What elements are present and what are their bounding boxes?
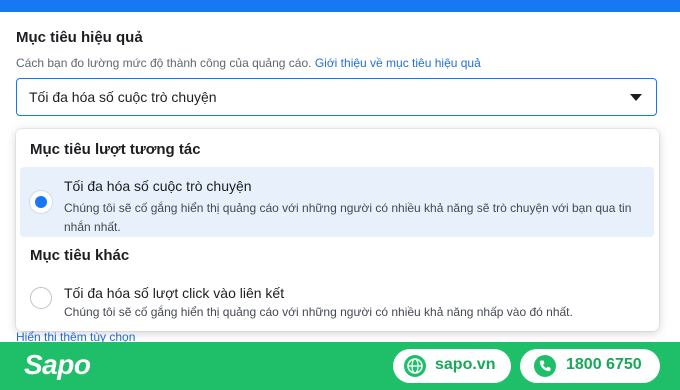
phone-icon <box>534 355 556 377</box>
website-text: sapo.vn <box>435 356 496 373</box>
phone-number-text: 1800 6750 <box>566 356 642 373</box>
top-accent-bar <box>0 0 680 12</box>
phone-pill[interactable]: 1800 6750 <box>520 349 660 383</box>
option-description: Chúng tôi sẽ cố gắng hiển thị quảng cáo … <box>64 305 573 319</box>
section-title: Mục tiêu hiệu quả <box>16 29 143 46</box>
caret-down-icon <box>630 94 642 101</box>
website-pill[interactable]: sapo.vn <box>393 349 511 383</box>
option-description: Chúng tôi sẽ cố gắng hiển thị quảng cáo … <box>64 201 632 234</box>
group-title-engagement: Mục tiêu lượt tương tác <box>30 141 201 158</box>
performance-goal-select[interactable]: Tối đa hóa số cuộc trò chuyện <box>16 78 657 116</box>
radio-checked-icon[interactable] <box>30 191 52 213</box>
select-value: Tối đa hóa số cuộc trò chuyện <box>29 89 217 105</box>
option-maximize-conversations[interactable]: Tối đa hóa số cuộc trò chuyện Chúng tôi … <box>20 167 654 237</box>
radio-unchecked-icon[interactable] <box>30 287 52 309</box>
group-title-other: Mục tiêu khác <box>30 247 130 264</box>
option-label: Tối đa hóa số cuộc trò chuyện <box>64 178 252 194</box>
description-text: Cách bạn đo lường mức độ thành công của … <box>16 56 312 70</box>
section-description: Cách bạn đo lường mức độ thành công của … <box>16 56 481 70</box>
option-label: Tối đa hóa số lượt click vào liên kết <box>64 285 285 301</box>
globe-icon <box>404 355 426 377</box>
option-maximize-link-clicks[interactable]: Tối đa hóa số lượt click vào liên kết Ch… <box>20 275 654 325</box>
goal-dropdown-menu: Mục tiêu lượt tương tác Tối đa hóa số cu… <box>16 129 659 331</box>
sapo-footer-banner: Sapo sapo.vn 1800 6750 <box>0 342 680 390</box>
learn-more-link[interactable]: Giới thiệu về mục tiêu hiệu quả <box>315 56 481 70</box>
sapo-logo: Sapo <box>24 349 91 380</box>
